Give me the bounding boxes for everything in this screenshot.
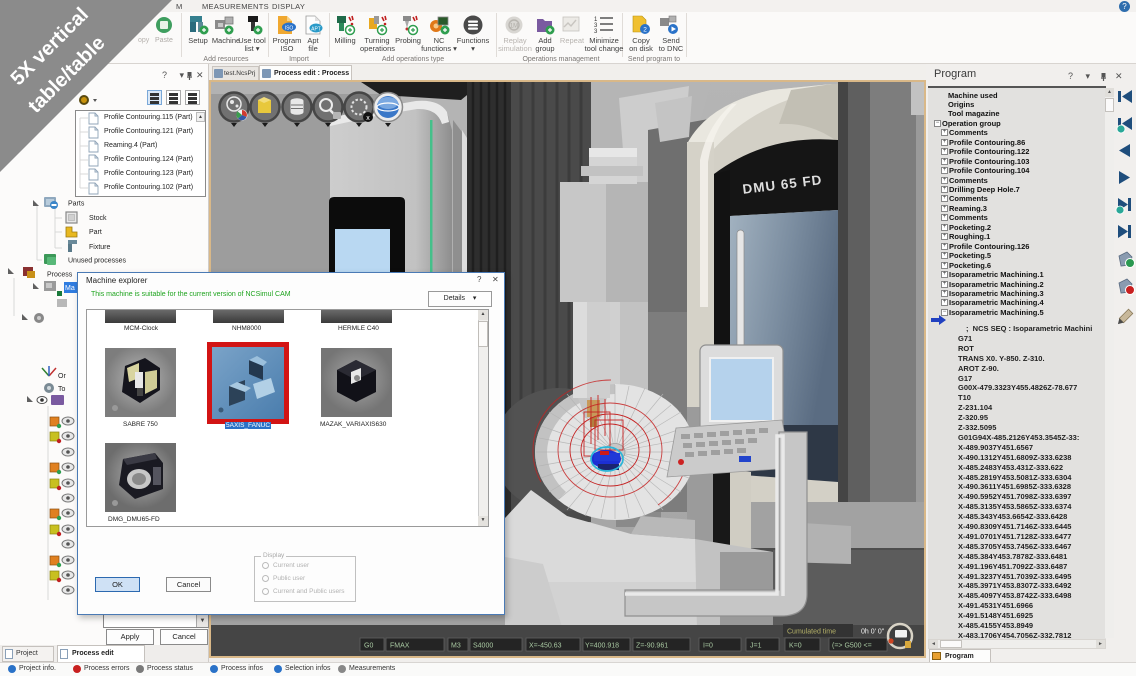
- svg-text:Stock: Stock: [89, 215, 107, 222]
- svg-text:3: 3: [594, 29, 598, 35]
- svg-text:G0: G0: [364, 643, 373, 650]
- svg-text:2: 2: [643, 27, 647, 34]
- svg-text:(=> G500 <=: (=> G500 <=: [832, 643, 872, 650]
- svg-text:M3: M3: [451, 643, 461, 650]
- svg-text:x: x: [366, 115, 370, 122]
- svg-text:Cumulated time: Cumulated time: [787, 629, 836, 636]
- svg-text:Fixture: Fixture: [89, 244, 111, 251]
- svg-text:Y=400.918: Y=400.918: [585, 643, 619, 650]
- svg-text:APT: APT: [311, 27, 321, 33]
- svg-text:J=1: J=1: [750, 643, 762, 650]
- svg-text:I=0: I=0: [703, 643, 713, 650]
- svg-text:1M: 1M: [510, 24, 518, 30]
- svg-text:K=0: K=0: [789, 643, 802, 650]
- svg-text:FMAX: FMAX: [390, 643, 410, 650]
- svg-text:S4000: S4000: [473, 643, 493, 650]
- svg-text:0h 0' 0": 0h 0' 0": [861, 629, 885, 636]
- svg-text:Z=-90.961: Z=-90.961: [636, 643, 668, 650]
- svg-text:X=-450.63: X=-450.63: [529, 643, 562, 650]
- svg-text:ISO: ISO: [285, 26, 294, 32]
- svg-text:Part: Part: [89, 229, 102, 236]
